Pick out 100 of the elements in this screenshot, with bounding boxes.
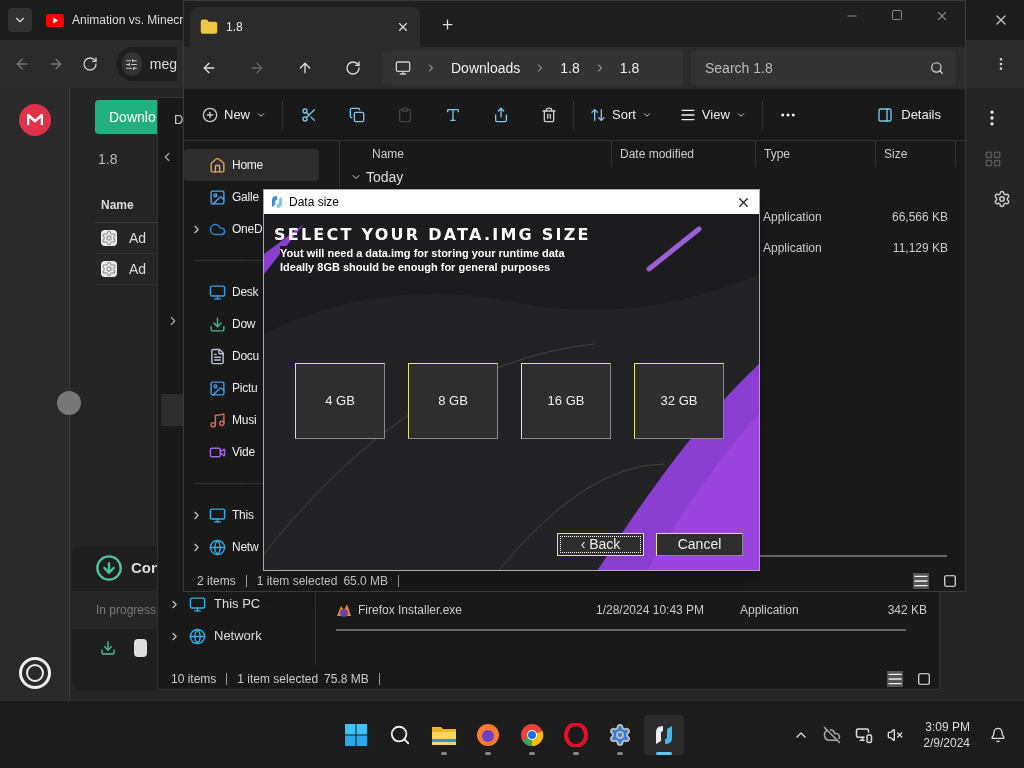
breadcrumb[interactable]: 1.8 [619, 57, 640, 79]
dialog-button[interactable]: ‹ Back [557, 533, 644, 556]
details-view-icon[interactable] [913, 573, 929, 589]
taskbar-button[interactable] [644, 714, 684, 755]
delete-icon[interactable] [541, 106, 557, 123]
view-button[interactable]: View [679, 104, 746, 125]
copy-icon[interactable] [349, 106, 365, 123]
file-name[interactable]: Ad [129, 258, 147, 280]
toolbar-label[interactable]: D [174, 110, 184, 130]
folder-icon [200, 18, 218, 36]
file-icon [101, 230, 117, 246]
nav-item[interactable]: Network [158, 620, 315, 652]
up-icon[interactable] [297, 60, 313, 76]
nav-item[interactable]: Home [184, 149, 319, 181]
column-header: Name [101, 198, 134, 212]
collapse-handle[interactable] [57, 391, 81, 415]
monitor-icon [189, 595, 206, 613]
column-header[interactable]: Size [876, 141, 956, 167]
size-option-button[interactable]: 8 GB [408, 363, 498, 439]
size-option-button[interactable]: 4 GB [295, 363, 385, 439]
firefox-icon[interactable] [476, 722, 500, 747]
details-button[interactable]: Details [877, 104, 941, 125]
network-icon[interactable] [855, 725, 874, 744]
clock[interactable]: 3:09 PM 2/9/2024 [923, 718, 970, 751]
search-icon[interactable] [389, 723, 411, 746]
search-input[interactable]: Search 1.8 [705, 57, 930, 79]
address-field[interactable]: meg [116, 47, 177, 81]
item-count: 2 items [197, 573, 236, 590]
folder-title: 1.8 [97, 150, 118, 169]
details-view-icon[interactable] [887, 671, 903, 687]
file-type: Application [763, 208, 823, 226]
column-header[interactable]: Date modified [612, 141, 756, 167]
chrome-icon[interactable] [520, 722, 544, 747]
rename-icon[interactable] [445, 106, 461, 123]
size-option-button[interactable]: 16 GB [521, 363, 611, 439]
group-header[interactable]: Today [366, 166, 404, 188]
maximize-icon[interactable] [891, 9, 903, 21]
video-logo-icon [46, 13, 64, 27]
file-type: Application [763, 239, 823, 257]
search-icon [930, 61, 944, 75]
new-button[interactable]: New [202, 104, 266, 125]
breadcrumb[interactable]: Downloads [451, 57, 521, 79]
house-icon [209, 156, 226, 174]
opera-icon[interactable] [564, 722, 588, 747]
nav-item[interactable]: This PC [158, 588, 315, 620]
panel-icon [877, 106, 894, 123]
refresh-icon[interactable] [345, 60, 361, 76]
dialog-title: Data size [289, 194, 341, 211]
file-icon [101, 261, 117, 277]
breadcrumb[interactable]: 1.8 [560, 57, 580, 79]
cloud-off-icon[interactable] [823, 725, 842, 744]
back-icon[interactable] [201, 60, 217, 76]
monitor-icon [395, 60, 411, 76]
picture-icon [209, 379, 226, 397]
explorer-tab[interactable]: 1.8 [190, 7, 420, 47]
zip-file-icon [134, 639, 147, 657]
settings-icon[interactable] [993, 190, 1011, 208]
file-name[interactable]: Firefox Installer.exe [358, 601, 596, 619]
windows-logo-icon[interactable] [344, 722, 368, 747]
sync-icon[interactable] [18, 657, 51, 689]
file-name[interactable]: Ad [129, 227, 147, 249]
forward-icon[interactable] [48, 56, 64, 72]
music-note-icon [209, 411, 226, 429]
address-bar[interactable]: Downloads 1.8 1.8 [383, 51, 683, 85]
download-circle-icon [95, 554, 123, 582]
file-size: 11,129 KB [891, 239, 948, 257]
volume-muted-icon[interactable] [887, 726, 904, 743]
network-icon [209, 538, 226, 556]
download-arrow-icon [100, 640, 116, 656]
sort-arrows-icon [590, 106, 606, 123]
gear-icon[interactable] [608, 722, 632, 747]
selection-size: 75.8 MB [324, 671, 369, 688]
installer-icon [336, 602, 352, 618]
file-date: 1/28/2024 10:43 PM [596, 602, 706, 619]
new-tab-icon[interactable] [440, 17, 455, 32]
file-size: 66,566 KB [890, 208, 948, 226]
column-header[interactable]: Name [340, 141, 612, 167]
document-icon [209, 347, 226, 365]
item-count: 10 items [171, 671, 217, 688]
picture-icon [209, 188, 226, 206]
tab-title[interactable]: Animation vs. Minecr [72, 11, 184, 29]
share-icon[interactable] [493, 106, 509, 123]
close-icon[interactable] [396, 20, 410, 34]
cut-icon[interactable] [301, 106, 317, 123]
app-logo-icon[interactable] [18, 104, 51, 136]
search-bar[interactable]: Search 1.8 [691, 51, 956, 85]
file-size: 342 KB [886, 602, 927, 619]
column-header[interactable]: Type [756, 141, 876, 167]
download-icon [209, 315, 226, 333]
tiles-view-icon[interactable] [943, 574, 957, 588]
reload-icon[interactable] [82, 56, 98, 72]
sort-button[interactable]: Sort [590, 104, 652, 125]
desktop-icon [209, 283, 226, 301]
tiles-view-icon[interactable] [917, 672, 931, 686]
dialog-button[interactable]: Cancel [656, 533, 743, 556]
notification-icon[interactable] [990, 726, 1006, 743]
tab-list-button[interactable] [8, 8, 32, 32]
size-option-button[interactable]: 32 GB [634, 363, 724, 439]
site-settings-icon[interactable] [125, 57, 139, 71]
selection-info: 1 item selected [256, 573, 338, 590]
